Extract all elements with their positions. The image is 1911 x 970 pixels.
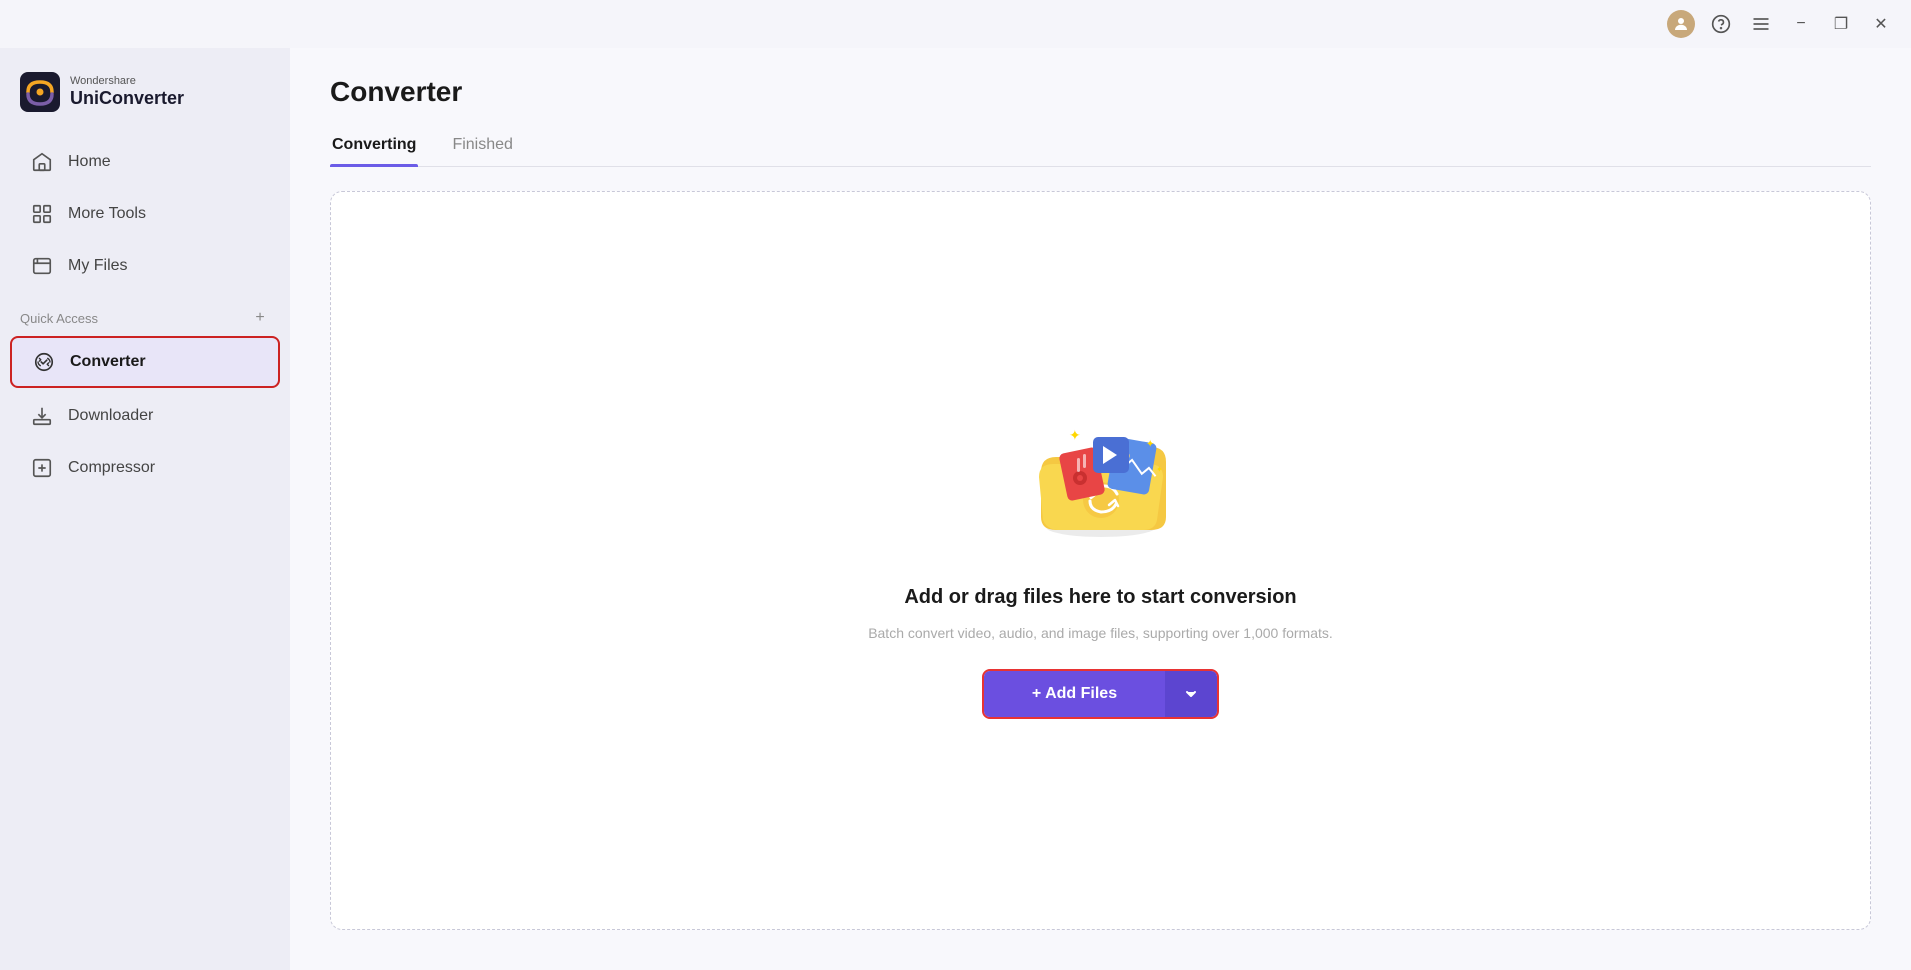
grid-icon (30, 202, 54, 226)
sidebar-item-my-files-label: My Files (68, 257, 128, 275)
quick-access-label: Quick Access (20, 311, 98, 326)
app-body: Wondershare UniConverter Home More Tools… (0, 48, 1911, 970)
sidebar-item-compressor[interactable]: Compressor (10, 444, 280, 492)
profile-icon[interactable] (1667, 10, 1695, 38)
sidebar-item-more-tools-label: More Tools (68, 205, 146, 223)
drop-zone[interactable]: ✦ ✦ ✦ Add or drag files here to start co… (330, 191, 1871, 930)
compressor-icon (30, 456, 54, 480)
brand-bottom: UniConverter (70, 88, 184, 110)
sidebar-item-compressor-label: Compressor (68, 459, 155, 477)
logo-area: Wondershare UniConverter (0, 64, 290, 136)
add-files-button[interactable]: + Add Files (984, 671, 1165, 717)
close-button[interactable]: ✕ (1867, 10, 1895, 38)
app-logo (20, 72, 60, 112)
page-title: Converter (330, 76, 1871, 108)
sidebar-item-home-label: Home (68, 153, 111, 171)
sidebar-item-converter[interactable]: Converter (10, 336, 280, 388)
converter-illustration: ✦ ✦ ✦ (1021, 402, 1181, 562)
svg-text:✦: ✦ (1146, 439, 1154, 450)
sidebar-item-more-tools[interactable]: More Tools (10, 190, 280, 238)
minimize-button[interactable]: − (1787, 10, 1815, 38)
dropzone-title: Add or drag files here to start conversi… (904, 586, 1296, 609)
sidebar-item-converter-label: Converter (70, 353, 146, 371)
sidebar-item-downloader-label: Downloader (68, 407, 153, 425)
quick-access-section: Quick Access + (0, 292, 290, 334)
sidebar: Wondershare UniConverter Home More Tools… (0, 48, 290, 970)
svg-text:✦: ✦ (1156, 465, 1163, 474)
brand-top: Wondershare (70, 75, 184, 88)
files-icon (30, 254, 54, 278)
tabs: Converting Finished (330, 126, 1871, 167)
add-files-container: + Add Files (982, 669, 1219, 719)
tab-converting[interactable]: Converting (330, 126, 418, 166)
support-button[interactable] (1707, 10, 1735, 38)
page-header: Converter Converting Finished (290, 48, 1911, 167)
sidebar-item-home[interactable]: Home (10, 138, 280, 186)
downloader-icon (30, 404, 54, 428)
dropzone-subtitle: Batch convert video, audio, and image fi… (868, 625, 1333, 641)
quick-access-add-button[interactable]: + (250, 308, 270, 328)
main-content: Converter Converting Finished (290, 48, 1911, 970)
restore-button[interactable]: ❐ (1827, 10, 1855, 38)
sidebar-item-downloader[interactable]: Downloader (10, 392, 280, 440)
menu-button[interactable] (1747, 10, 1775, 38)
add-files-dropdown-button[interactable] (1165, 671, 1217, 717)
content-area: ✦ ✦ ✦ Add or drag files here to start co… (290, 167, 1911, 970)
home-icon (30, 150, 54, 174)
sidebar-item-my-files[interactable]: My Files (10, 242, 280, 290)
svg-text:✦: ✦ (1069, 427, 1081, 443)
title-bar: − ❐ ✕ (0, 0, 1911, 48)
tab-finished[interactable]: Finished (450, 126, 514, 166)
logo-text: Wondershare UniConverter (70, 75, 184, 110)
converter-icon (32, 350, 56, 374)
